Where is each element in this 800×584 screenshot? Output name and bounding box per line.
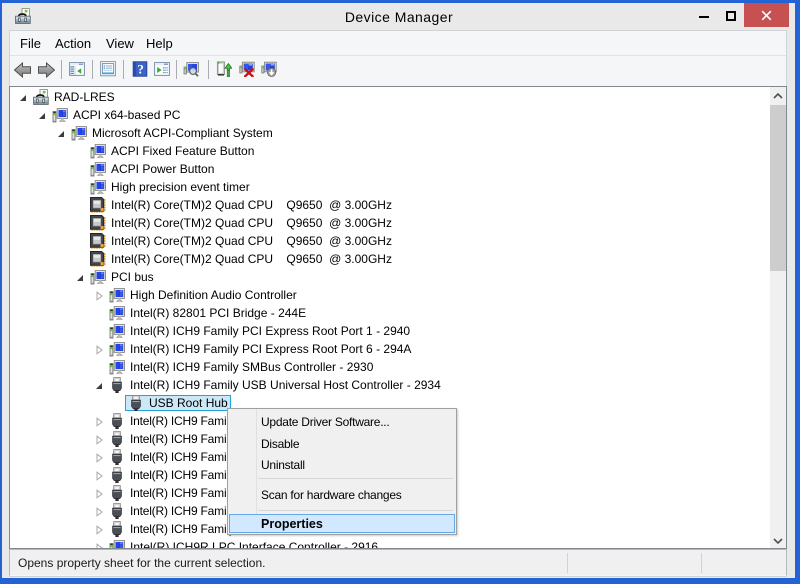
svg-text:?: ? — [137, 61, 144, 76]
